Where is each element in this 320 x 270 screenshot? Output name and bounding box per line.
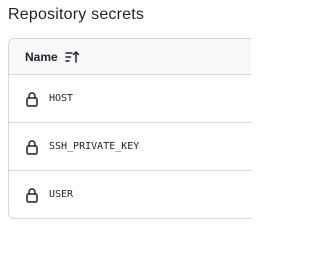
table-header: Name: [9, 39, 251, 75]
sort-ascending-icon[interactable]: [62, 47, 82, 67]
secret-name: SSH_PRIVATE_KEY: [49, 140, 140, 152]
secrets-table: Name HOST SSH_PRIVATE_KEY USER: [8, 38, 251, 219]
lock-icon: [24, 91, 40, 107]
lock-icon: [24, 139, 40, 155]
secret-row-user[interactable]: USER: [9, 171, 251, 218]
name-column-header: Name: [25, 49, 58, 64]
lock-icon: [24, 187, 40, 203]
secret-name: USER: [49, 189, 74, 200]
page: Repository secrets Name HOST SSH_PRIVATE…: [0, 0, 251, 270]
secret-row-host[interactable]: HOST: [9, 75, 251, 123]
secret-name: HOST: [49, 92, 74, 104]
secret-row-ssh-private-key[interactable]: SSH_PRIVATE_KEY: [9, 123, 251, 171]
section-title: Repository secrets: [8, 6, 145, 23]
